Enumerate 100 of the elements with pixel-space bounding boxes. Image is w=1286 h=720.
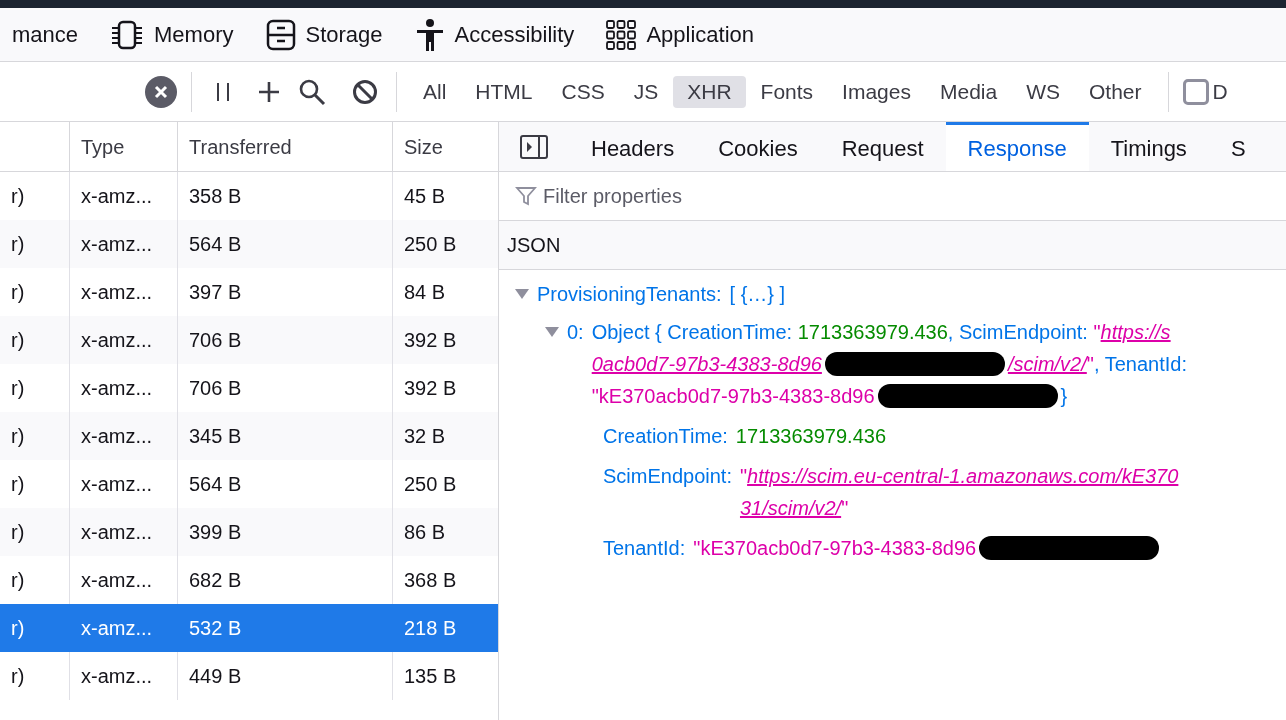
panel-tab[interactable]: Memory (94, 8, 250, 61)
grid-icon (606, 19, 637, 50)
property-key: TenantId: (603, 532, 686, 564)
table-cell-text: r) (11, 664, 25, 689)
filter-icon (515, 185, 537, 207)
person-icon (414, 17, 445, 52)
table-row[interactable]: r) x-amz... 345 B 32 B (0, 412, 498, 460)
details-tab[interactable]: S (1208, 122, 1268, 171)
string-value: " (739, 464, 748, 489)
url-link[interactable]: /scim/v2/ (1007, 349, 1087, 379)
table-cell-text: 368 B (404, 568, 457, 593)
table-cell-text: 706 B (189, 376, 242, 401)
search-icon (298, 77, 326, 106)
string-value: "kE370acb0d7-97b3-4383-8d96 (591, 384, 875, 409)
sidebar-toggle-icon[interactable] (520, 134, 548, 159)
clear-filter-button[interactable] (145, 75, 177, 108)
cabinet-icon (265, 18, 296, 51)
json-punctuation: } (1060, 384, 1068, 409)
table-cell-text: 218 B (404, 616, 457, 641)
url-link[interactable]: 0acb0d7-97b3-4383-8d96 (591, 349, 822, 379)
panel-tab[interactable]: Accessibility (398, 8, 591, 61)
table-row[interactable]: r) x-amz... 564 B 250 B (0, 220, 498, 268)
table-cell-text: r) (11, 232, 25, 257)
table-cell-text: 32 B (404, 424, 446, 449)
json-punctuation: , TenantId: (1093, 352, 1187, 377)
filter-button[interactable]: Images (828, 75, 925, 108)
table-cell-text: 135 B (404, 664, 457, 689)
table-cell-text: x-amz... (81, 376, 153, 401)
details-tab[interactable]: Timings (1088, 122, 1209, 171)
filter-button[interactable]: CSS (547, 75, 619, 108)
table-cell-text: r) (11, 280, 25, 305)
url-link[interactable]: https://scim.eu-central-1.amazonaws.com/kE370 (747, 461, 1179, 491)
table-cell-text: r) (11, 184, 25, 209)
filter-button[interactable]: Media (925, 75, 1012, 108)
table-row[interactable]: r) x-amz... 532 B 218 B (0, 604, 498, 652)
table-cell-text: 250 B (404, 472, 457, 497)
panel-tab[interactable]: Application (590, 8, 770, 61)
column-header[interactable]: Type (70, 122, 178, 171)
json-punctuation: Object { CreationTime: (591, 320, 794, 345)
filter-button[interactable]: XHR (673, 75, 746, 108)
table-cell-text: x-amz... (81, 664, 153, 689)
table-cell-text: x-amz... (81, 616, 153, 641)
table-cell-text: 45 B (404, 184, 446, 209)
table-cell-text: 250 B (404, 232, 457, 257)
details-tab[interactable]: Request (819, 122, 946, 171)
table-cell-text: 397 B (189, 280, 242, 305)
table-cell-text: r) (11, 376, 25, 401)
table-cell-text: 86 B (404, 520, 446, 545)
table-cell-text: x-amz... (81, 280, 153, 305)
details-tab[interactable]: Cookies (696, 122, 820, 171)
filter-button[interactable]: Other (1075, 75, 1156, 108)
triangle-down-icon (515, 289, 529, 299)
column-header[interactable]: Size (393, 122, 498, 171)
checkbox[interactable] (1182, 78, 1209, 105)
table-cell-text: x-amz... (81, 232, 153, 257)
table-cell-text: x-amz... (81, 520, 153, 545)
property-key: CreationTime: (603, 420, 728, 452)
number-value: 1713363979.436 (797, 320, 948, 345)
section-title: JSON (507, 233, 561, 258)
property-key: 0: (567, 316, 584, 348)
panel-tab[interactable]: Storage (249, 8, 399, 61)
filter-button[interactable]: WS (1012, 75, 1074, 108)
table-cell-text: 84 B (404, 280, 446, 305)
table-cell-text: x-amz... (81, 472, 153, 497)
table-row[interactable]: r) x-amz... 706 B 392 B (0, 316, 498, 364)
table-cell-text: 564 B (189, 232, 242, 257)
chip-icon (110, 19, 145, 50)
table-cell-text: x-amz... (81, 568, 153, 593)
plus-icon (257, 79, 281, 104)
panel-tab[interactable]: mance (0, 8, 95, 61)
table-cell-text: 449 B (189, 664, 242, 689)
table-cell-text: x-amz... (81, 328, 153, 353)
checkbox-label: D (1212, 78, 1228, 105)
triangle-down-icon (545, 327, 559, 337)
details-tab[interactable]: Headers (569, 122, 697, 171)
table-cell-text: 392 B (404, 328, 457, 353)
table-cell-text: 682 B (189, 568, 242, 593)
filter-button[interactable]: All (409, 75, 461, 108)
number-value: 1713363979.436 (735, 424, 886, 449)
filter-button[interactable]: Fonts (746, 75, 828, 108)
table-cell-text: r) (11, 424, 25, 449)
table-cell-text: x-amz... (81, 424, 153, 449)
filter-button[interactable]: JS (619, 75, 673, 108)
string-value: "kE370acb0d7-97b3-4383-8d96 (693, 536, 977, 561)
filter-button[interactable]: HTML (461, 75, 547, 108)
block-icon (352, 78, 378, 105)
column-header[interactable]: Transferred (178, 122, 393, 171)
table-cell-text: 706 B (189, 328, 242, 353)
table-row[interactable]: r) x-amz... 399 B 86 B (0, 508, 498, 556)
filter-field[interactable]: Filter properties (543, 181, 1286, 211)
table-cell-text: 564 B (189, 472, 242, 497)
details-tab[interactable]: Response (945, 122, 1089, 171)
table-cell-text: r) (11, 568, 25, 593)
json-punctuation: , ScimEndpoint: (947, 320, 1089, 345)
table-cell-text: r) (11, 616, 25, 641)
url-link[interactable]: 31/scim/v2/ (739, 493, 842, 523)
json-punctuation: [ {…} ] (729, 282, 786, 307)
table-cell-text: 532 B (189, 616, 242, 641)
url-link[interactable]: https://s (1100, 317, 1171, 347)
table-cell-text: r) (11, 328, 25, 353)
